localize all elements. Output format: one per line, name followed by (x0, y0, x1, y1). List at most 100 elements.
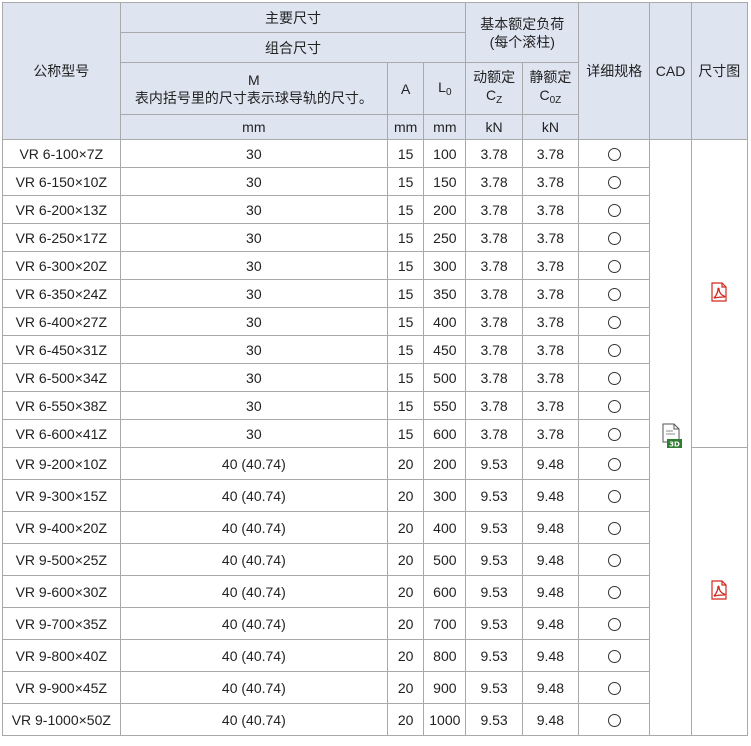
detail-cell[interactable] (578, 307, 651, 336)
drawing-cell-vr9[interactable] (690, 447, 749, 736)
m-cell: 40 (40.74) (119, 575, 389, 608)
detail-cell[interactable] (578, 575, 651, 608)
circle-icon[interactable] (607, 618, 621, 632)
a-cell: 15 (387, 335, 425, 364)
circle-icon[interactable] (607, 682, 621, 696)
detail-cell[interactable] (578, 703, 651, 736)
detail-cell[interactable] (578, 167, 651, 196)
detail-cell[interactable] (578, 419, 651, 448)
circle-icon[interactable] (607, 176, 621, 190)
table-row: VR 9-300×15Z 40 (40.74) 20 300 9.53 9.48 (2, 479, 748, 512)
detail-cell[interactable] (578, 511, 651, 544)
cz-cell: 3.78 (465, 279, 523, 308)
pdf-icon[interactable] (710, 282, 728, 302)
m-cell: 30 (119, 251, 389, 280)
detail-cell[interactable] (578, 195, 651, 224)
detail-cell[interactable] (578, 363, 651, 392)
table-row: VR 6-350×24Z 30 15 350 3.78 3.78 (2, 279, 748, 308)
model-cell: VR 9-600×30Z (2, 575, 121, 608)
detail-cell[interactable] (578, 671, 651, 704)
detail-cell[interactable] (578, 479, 651, 512)
a-cell: 20 (387, 543, 425, 576)
circle-icon[interactable] (607, 344, 621, 358)
l0-cell: 250 (423, 223, 467, 252)
circle-icon[interactable] (607, 586, 621, 600)
model-cell: VR 9-800×40Z (2, 639, 121, 672)
m-cell: 40 (40.74) (119, 447, 389, 480)
circle-icon[interactable] (607, 316, 621, 330)
circle-icon[interactable] (607, 522, 621, 536)
detail-cell[interactable] (578, 543, 651, 576)
c0z-cell: 3.78 (521, 419, 580, 448)
l0-cell: 550 (423, 391, 467, 420)
c0z-cell: 3.78 (521, 195, 580, 224)
cz-cell: 9.53 (465, 479, 523, 512)
c0z-cell: 9.48 (521, 447, 580, 480)
circle-icon[interactable] (607, 400, 621, 414)
header-l0: L0 (423, 62, 467, 115)
l0-cell: 300 (423, 479, 467, 512)
cz-cell: 3.78 (465, 223, 523, 252)
a-cell: 15 (387, 419, 425, 448)
m-cell: 40 (40.74) (119, 703, 389, 736)
cz-cell: 9.53 (465, 671, 523, 704)
l0-cell: 900 (423, 671, 467, 704)
header-combo-dims: 组合尺寸 (119, 32, 467, 63)
circle-icon[interactable] (607, 490, 621, 504)
cz-cell: 3.78 (465, 419, 523, 448)
header-detail: 详细规格 (578, 2, 651, 140)
detail-cell[interactable] (578, 139, 651, 168)
a-cell: 20 (387, 607, 425, 640)
cad-cell[interactable]: 3D (649, 139, 692, 736)
detail-cell[interactable] (578, 223, 651, 252)
detail-cell[interactable] (578, 391, 651, 420)
circle-icon[interactable] (607, 428, 621, 442)
detail-cell[interactable] (578, 447, 651, 480)
circle-icon[interactable] (607, 458, 621, 472)
detail-cell[interactable] (578, 279, 651, 308)
detail-cell[interactable] (578, 335, 651, 364)
l0-cell: 300 (423, 251, 467, 280)
l0-cell: 100 (423, 139, 467, 168)
cz-cell: 3.78 (465, 195, 523, 224)
pdf-icon[interactable] (710, 580, 728, 600)
table-row: VR 6-200×13Z 30 15 200 3.78 3.78 (2, 195, 748, 224)
unit-a: mm (387, 114, 425, 140)
cz-cell: 3.78 (465, 167, 523, 196)
cz-cell: 9.53 (465, 575, 523, 608)
l0-cell: 150 (423, 167, 467, 196)
detail-cell[interactable] (578, 639, 651, 672)
c0z-cell: 3.78 (521, 223, 580, 252)
header-load: 基本额定负荷 (每个滚柱) (465, 2, 580, 63)
l0-cell: 450 (423, 335, 467, 364)
a-cell: 20 (387, 479, 425, 512)
cad-3d-file-icon[interactable]: 3D (659, 423, 683, 449)
m-cell: 40 (40.74) (119, 543, 389, 576)
m-cell: 30 (119, 363, 389, 392)
a-cell: 20 (387, 671, 425, 704)
l0-cell: 500 (423, 543, 467, 576)
a-cell: 15 (387, 223, 425, 252)
cz-cell: 3.78 (465, 363, 523, 392)
m-cell: 30 (119, 195, 389, 224)
circle-icon[interactable] (607, 204, 621, 218)
detail-cell[interactable] (578, 607, 651, 640)
circle-icon[interactable] (607, 148, 621, 162)
circle-icon[interactable] (607, 372, 621, 386)
circle-icon[interactable] (607, 650, 621, 664)
a-cell: 20 (387, 639, 425, 672)
l0-cell: 200 (423, 447, 467, 480)
c0z-cell: 9.48 (521, 543, 580, 576)
cz-cell: 3.78 (465, 391, 523, 420)
drawing-cell-vr6[interactable] (690, 139, 749, 448)
model-cell: VR 6-600×41Z (2, 419, 121, 448)
circle-icon[interactable] (607, 232, 621, 246)
detail-cell[interactable] (578, 251, 651, 280)
l0-cell: 400 (423, 307, 467, 336)
spec-table: 公称型号 主要尺寸 基本额定负荷 (每个滚柱) 详细规格 CAD 尺寸图 组合尺寸… (2, 2, 749, 736)
circle-icon[interactable] (607, 714, 621, 728)
circle-icon[interactable] (607, 554, 621, 568)
m-cell: 30 (119, 307, 389, 336)
circle-icon[interactable] (607, 260, 621, 274)
circle-icon[interactable] (607, 288, 621, 302)
